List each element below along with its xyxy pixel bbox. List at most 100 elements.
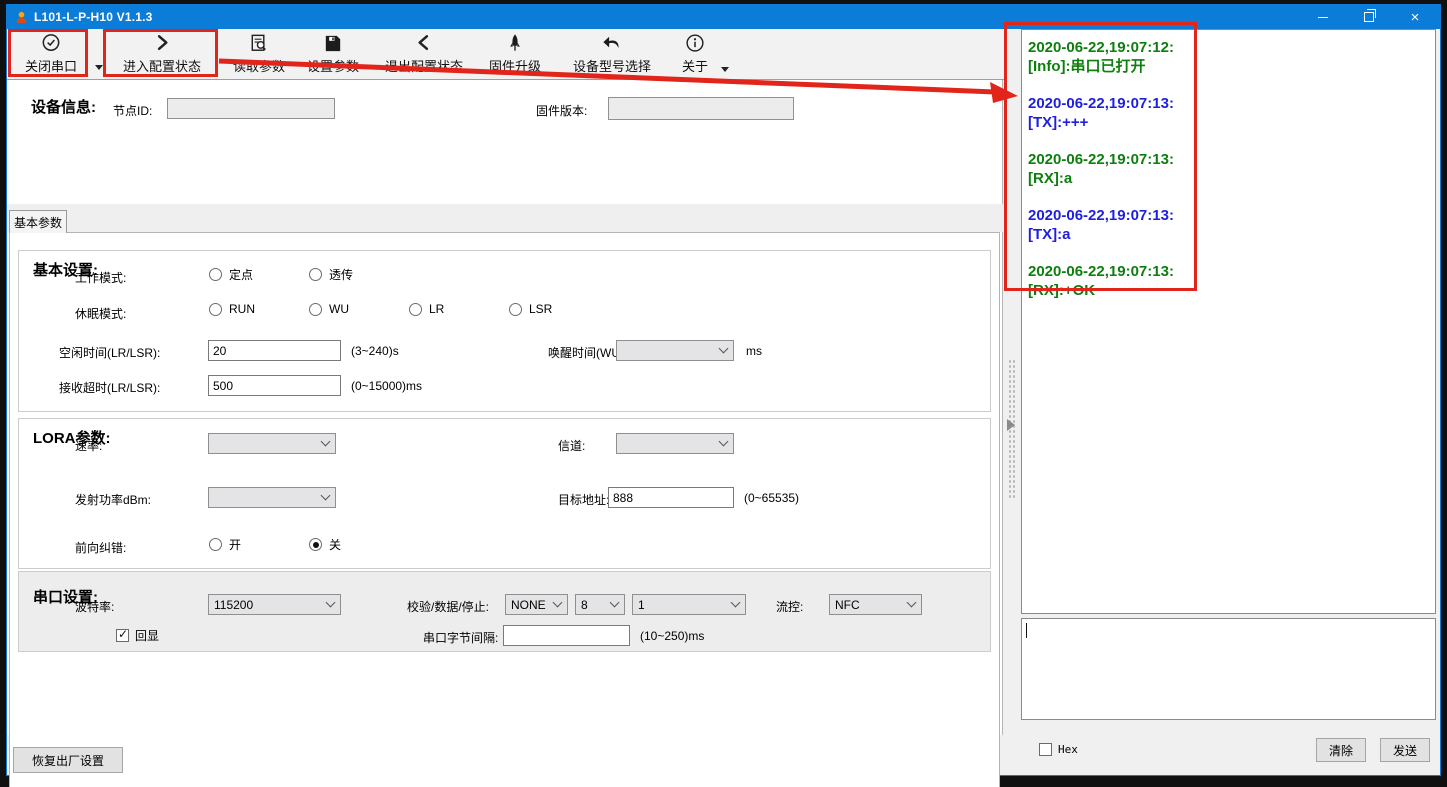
chevron-down-icon	[610, 598, 620, 608]
chevron-down-icon	[326, 598, 336, 608]
close-serial-button[interactable]: 关闭串口	[11, 31, 91, 77]
close-icon: ×	[1411, 10, 1420, 25]
combo-value: NONE	[511, 598, 546, 612]
toolbar-label: 读取参数	[233, 56, 285, 75]
stop-bits-select[interactable]: 1	[632, 594, 746, 615]
panel-splitter[interactable]	[1004, 29, 1021, 735]
node-id-field[interactable]	[167, 98, 335, 119]
read-params-button[interactable]: 读取参数	[223, 31, 295, 77]
node-id-label: 节点ID:	[113, 102, 152, 119]
log-entry: 2020-06-22,19:07:13: [RX]:a	[1028, 150, 1429, 188]
baud-select[interactable]: 115200	[208, 594, 341, 615]
send-button[interactable]: 发送	[1380, 738, 1430, 762]
combo-value: 1	[638, 598, 645, 612]
rate-select[interactable]	[208, 433, 336, 454]
log-timestamp: 2020-06-22,19:07:13:	[1028, 206, 1429, 225]
firmware-version-field[interactable]	[608, 97, 794, 120]
log-output[interactable]: 2020-06-22,19:07:12: [Info]:串口已打开 2020-0…	[1021, 29, 1436, 614]
checkbox-label: Hex	[1058, 743, 1078, 756]
firmware-upgrade-button[interactable]: 固件升级	[479, 31, 551, 77]
minimize-icon	[1318, 17, 1328, 18]
toolbar-label: 关闭串口	[25, 56, 77, 75]
dropdown-caret-icon[interactable]	[721, 67, 729, 72]
radio-icon	[309, 303, 322, 316]
radio-label: 关	[329, 536, 341, 553]
fec-radio-on[interactable]: 开	[209, 536, 241, 553]
fec-radio-off[interactable]: 关	[309, 536, 341, 553]
radio-label: LR	[429, 302, 444, 316]
screen: L101-L-P-H10 V1.1.3 × 关闭串口 进入配置状态 读取参数 设	[0, 0, 1447, 787]
tx-power-select[interactable]	[208, 487, 336, 508]
rx-timeout-range: (0~15000)ms	[351, 379, 422, 393]
chevron-down-icon	[719, 437, 729, 447]
radio-label: 开	[229, 536, 241, 553]
device-info-section-label: 设备信息:	[31, 96, 96, 117]
data-bits-select[interactable]: 8	[575, 594, 625, 615]
send-input[interactable]	[1022, 619, 1435, 719]
work-mode-radio-transparent[interactable]: 透传	[309, 266, 353, 283]
clear-button[interactable]: 清除	[1316, 738, 1366, 762]
flow-control-select[interactable]: NFC	[829, 594, 922, 615]
radio-icon	[309, 538, 322, 551]
byte-interval-field[interactable]	[503, 625, 630, 646]
sleep-mode-radio-lr[interactable]: LR	[409, 302, 444, 316]
close-button[interactable]: ×	[1392, 5, 1438, 29]
set-params-button[interactable]: 设置参数	[297, 31, 369, 77]
log-timestamp: 2020-06-22,19:07:12:	[1028, 38, 1429, 57]
toolbar: 关闭串口 进入配置状态 读取参数 设置参数 退出配置状态 固件升级	[7, 29, 1004, 80]
rx-timeout-field[interactable]	[208, 375, 341, 396]
sleep-mode-radio-run[interactable]: RUN	[209, 302, 255, 316]
checkbox-icon	[116, 629, 129, 642]
baud-label: 波特率:	[75, 598, 114, 615]
device-model-select-button[interactable]: 设备型号选择	[553, 31, 671, 77]
exit-config-button[interactable]: 退出配置状态	[371, 31, 477, 77]
minimize-button[interactable]	[1300, 5, 1346, 29]
radio-icon	[409, 303, 422, 316]
enter-config-button[interactable]: 进入配置状态	[105, 31, 219, 77]
combo-value: 8	[581, 598, 588, 612]
restore-icon	[1364, 12, 1374, 22]
sleep-mode-radio-lsr[interactable]: LSR	[509, 302, 552, 316]
wake-time-select[interactable]	[616, 340, 734, 361]
checkbox-label: 回显	[135, 627, 159, 644]
work-mode-radio-fixed[interactable]: 定点	[209, 266, 253, 283]
app-window: L101-L-P-H10 V1.1.3 × 关闭串口 进入配置状态 读取参数 设	[6, 4, 1441, 776]
idle-time-label: 空闲时间(LR/LSR):	[59, 344, 160, 361]
channel-select[interactable]	[616, 433, 734, 454]
parity-select[interactable]: NONE	[505, 594, 568, 615]
info-icon	[683, 32, 707, 55]
hex-checkbox[interactable]: Hex	[1039, 743, 1078, 756]
sleep-mode-label: 休眠模式:	[75, 305, 126, 322]
tx-power-label: 发射功率dBm:	[75, 491, 151, 508]
radio-label: RUN	[229, 302, 255, 316]
radio-label: WU	[329, 302, 349, 316]
sleep-mode-radio-wu[interactable]: WU	[309, 302, 349, 316]
chevron-down-icon	[907, 598, 917, 608]
target-addr-field[interactable]	[608, 487, 734, 508]
combo-value: NFC	[835, 598, 860, 612]
chevron-down-icon	[719, 344, 729, 354]
button-label: 发送	[1393, 742, 1417, 759]
fec-label: 前向纠错:	[75, 539, 126, 556]
about-button[interactable]: 关于	[673, 31, 717, 77]
restore-button[interactable]	[1346, 5, 1392, 29]
text-cursor	[1026, 623, 1027, 638]
echo-checkbox[interactable]: 回显	[116, 627, 159, 644]
button-label: 恢复出厂设置	[32, 752, 104, 769]
factory-reset-button[interactable]: 恢复出厂设置	[13, 747, 123, 773]
radio-label: LSR	[529, 302, 552, 316]
log-entry: 2020-06-22,19:07:13: [TX]:+++	[1028, 94, 1429, 132]
window-title: L101-L-P-H10 V1.1.3	[34, 10, 153, 24]
log-entry: 2020-06-22,19:07:13: [RX]:+OK	[1028, 262, 1429, 300]
chevron-down-icon	[731, 598, 741, 608]
tab-basic-params[interactable]: 基本参数	[9, 210, 67, 233]
idle-time-field[interactable]	[208, 340, 341, 361]
log-timestamp: 2020-06-22,19:07:13:	[1028, 262, 1429, 281]
parity-data-stop-label: 校验/数据/停止:	[407, 598, 489, 615]
wake-time-unit: ms	[746, 344, 762, 358]
dropdown-caret-icon[interactable]	[95, 65, 103, 70]
checkbox-icon	[1039, 743, 1052, 756]
log-timestamp: 2020-06-22,19:07:13:	[1028, 94, 1429, 113]
rx-timeout-label: 接收超时(LR/LSR):	[59, 379, 160, 396]
splitter-collapse-icon[interactable]	[1007, 419, 1015, 431]
